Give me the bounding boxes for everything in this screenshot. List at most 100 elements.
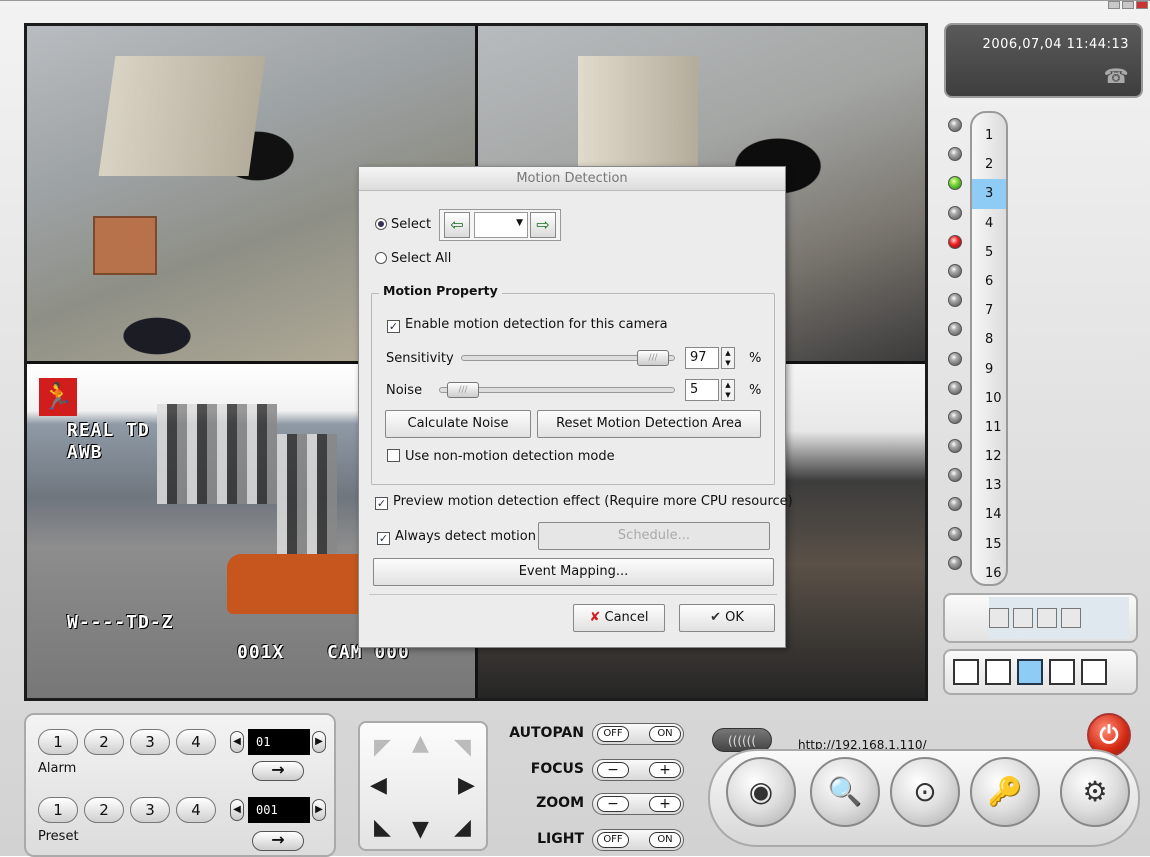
preset-button-1[interactable]: 1 [38, 797, 78, 823]
noise-spinner[interactable]: ▲ ▼ [721, 379, 735, 401]
non-motion-checkbox[interactable]: Use non-motion detection mode [387, 449, 615, 464]
camera-list-item-13[interactable]: 13 [972, 471, 1006, 500]
camera-list-item-8[interactable]: 8 [972, 325, 1006, 354]
select-radio[interactable]: Select [375, 217, 431, 232]
phone-icon[interactable]: ☎ [1104, 64, 1129, 88]
layout-3x3-icon[interactable] [1049, 659, 1075, 685]
record-button[interactable]: ◉ [726, 757, 796, 827]
camera-list-item-2[interactable]: 2 [972, 150, 1006, 179]
select-all-radio[interactable]: Select All [375, 251, 451, 266]
camera-list-item-11[interactable]: 11 [972, 413, 1006, 442]
layout-icon[interactable] [1037, 608, 1057, 628]
sensitivity-input[interactable]: 97 [685, 347, 719, 369]
camera-list-item-3[interactable]: 3 [972, 179, 1006, 209]
light-toggle[interactable]: OFF ON [592, 829, 684, 851]
alarm-prev-button[interactable]: ◀ [230, 731, 244, 753]
calculate-noise-button[interactable]: Calculate Noise [385, 410, 531, 438]
always-detect-checkbox[interactable]: ✓ Always detect motion [377, 529, 536, 545]
reset-motion-area-button[interactable]: Reset Motion Detection Area [537, 410, 761, 438]
sensitivity-slider-thumb[interactable]: /// [637, 350, 669, 366]
preset-button-4[interactable]: 4 [176, 797, 216, 823]
alarm-button-4[interactable]: 4 [176, 729, 216, 755]
alarm-button-2[interactable]: 2 [84, 729, 124, 755]
autopan-on-button[interactable]: ON [649, 726, 681, 742]
sensitivity-spinner[interactable]: ▲ ▼ [721, 347, 735, 369]
prev-camera-button[interactable]: ⇦ [444, 212, 470, 238]
camera-list-item-12[interactable]: 12 [972, 442, 1006, 471]
ptz-up-right-icon[interactable]: ◥ [454, 735, 471, 760]
cancel-button[interactable]: ✘ Cancel [573, 604, 665, 632]
camera-list-item-16[interactable]: 16 [972, 559, 1006, 588]
ptz-up-icon[interactable]: ▲ [412, 731, 429, 756]
camera-status-led [948, 118, 962, 132]
preview-effect-checkbox[interactable]: ✓ Preview motion detection effect (Requir… [375, 494, 793, 510]
camera-list-item-6[interactable]: 6 [972, 267, 1006, 296]
camera-list-item-15[interactable]: 15 [972, 530, 1006, 559]
layout-icon[interactable] [1061, 608, 1081, 628]
key-button[interactable]: 🔑 [970, 757, 1040, 827]
layout-icon[interactable] [1013, 608, 1033, 628]
ptz-left-icon[interactable]: ◀ [370, 773, 387, 798]
minimize-icon[interactable] [1108, 1, 1120, 9]
focus-plus-button[interactable]: + [649, 762, 681, 778]
camera-combo[interactable]: ▼ [474, 212, 528, 238]
camera-list-item-14[interactable]: 14 [972, 500, 1006, 529]
checkbox-mark[interactable]: ✓ [387, 320, 400, 333]
osd-line: W----TD-Z [67, 611, 174, 633]
camera-list-item-9[interactable]: 9 [972, 355, 1006, 384]
checkbox-mark[interactable]: ✓ [375, 497, 388, 510]
zoom-control[interactable]: − + [592, 793, 684, 815]
focus-control[interactable]: − + [592, 759, 684, 781]
alarm-button-1[interactable]: 1 [38, 729, 78, 755]
preset-button-2[interactable]: 2 [84, 797, 124, 823]
autopan-label: AUTOPAN [509, 725, 584, 741]
ptz-right-icon[interactable]: ▶ [458, 773, 475, 798]
ok-button[interactable]: ✔ OK [679, 604, 775, 632]
schedule-button[interactable]: Schedule... [538, 522, 770, 550]
camera-list-item-5[interactable]: 5 [972, 238, 1006, 267]
zoom-minus-button[interactable]: − [597, 796, 629, 812]
camera-list-item-7[interactable]: 7 [972, 296, 1006, 325]
enable-motion-checkbox[interactable]: ✓ Enable motion detection for this camera [387, 317, 668, 333]
snapshot-button[interactable]: ⊙ [890, 757, 960, 827]
layout-icon[interactable] [989, 608, 1009, 628]
next-camera-button[interactable]: ⇨ [530, 212, 556, 238]
focus-minus-button[interactable]: − [597, 762, 629, 778]
alarm-go-button[interactable]: → [252, 761, 304, 781]
zoom-plus-button[interactable]: + [649, 796, 681, 812]
camera-list-item-10[interactable]: 10 [972, 384, 1006, 413]
noise-input[interactable]: 5 [685, 379, 719, 401]
layout-pip-icon[interactable] [953, 659, 979, 685]
event-mapping-button[interactable]: Event Mapping... [373, 558, 774, 586]
alarm-button-3[interactable]: 3 [130, 729, 170, 755]
autopan-toggle[interactable]: OFF ON [592, 723, 684, 745]
ptz-down-left-icon[interactable]: ◣ [374, 815, 391, 840]
camera-list[interactable]: 1 2 3 4 5 6 7 8 9 10 11 12 13 14 15 16 [970, 111, 1008, 586]
preset-prev-button[interactable]: ◀ [230, 799, 244, 821]
settings-button[interactable]: ⚙ [1060, 757, 1130, 827]
checkbox-mark[interactable]: ✓ [377, 532, 390, 545]
close-icon[interactable] [1136, 1, 1148, 9]
noise-slider-thumb[interactable]: /// [447, 382, 479, 398]
ptz-down-icon[interactable]: ▼ [412, 817, 429, 842]
light-on-button[interactable]: ON [649, 832, 681, 848]
window-controls[interactable] [1108, 1, 1148, 9]
playback-search-button[interactable]: 🔍 [810, 757, 880, 827]
checkbox-mark[interactable] [387, 449, 400, 462]
alarm-next-button[interactable]: ▶ [312, 731, 326, 753]
radio-circle[interactable] [375, 252, 387, 264]
radio-circle[interactable] [375, 218, 387, 230]
camera-list-item-4[interactable]: 4 [972, 209, 1006, 238]
autopan-off-button[interactable]: OFF [597, 726, 629, 742]
layout-2x2-icon[interactable] [1017, 659, 1043, 685]
layout-1x1-icon[interactable] [985, 659, 1011, 685]
ptz-up-left-icon[interactable]: ◤ [374, 735, 391, 760]
maximize-icon[interactable] [1122, 1, 1134, 9]
preset-go-button[interactable]: → [252, 831, 304, 851]
ptz-down-right-icon[interactable]: ◢ [454, 815, 471, 840]
layout-4x4-icon[interactable] [1081, 659, 1107, 685]
preset-button-3[interactable]: 3 [130, 797, 170, 823]
light-off-button[interactable]: OFF [597, 832, 629, 848]
camera-list-item-1[interactable]: 1 [972, 121, 1006, 150]
preset-next-button[interactable]: ▶ [312, 799, 326, 821]
